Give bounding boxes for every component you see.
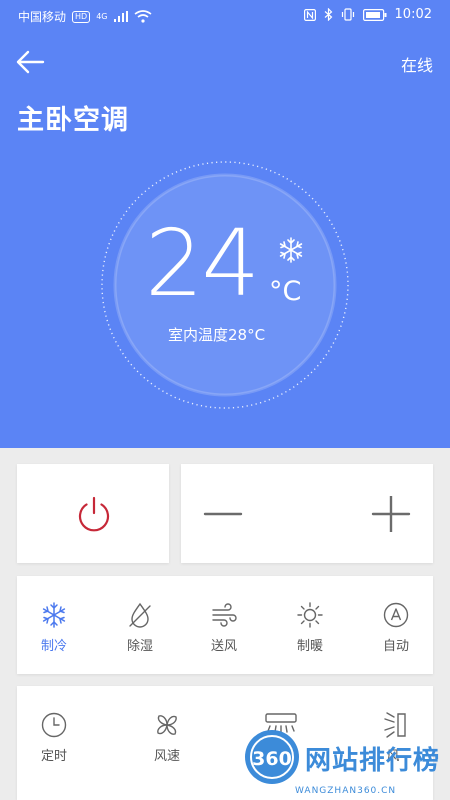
mode-heat[interactable]: 制暖 <box>280 601 340 654</box>
temperature-control-card <box>181 464 433 563</box>
mode-dehumidify[interactable]: 除湿 <box>110 601 170 654</box>
function-label: 定时 <box>40 749 67 764</box>
mode-label: 制冷 <box>40 639 67 654</box>
set-temperature: 24 <box>145 210 260 317</box>
mode-card: 制冷 除湿 送风 制暖 自动 <box>17 576 433 674</box>
network-type: 4G <box>96 11 108 21</box>
dehumidify-icon <box>129 602 151 628</box>
power-button[interactable] <box>75 495 113 535</box>
online-status: 在线 <box>400 56 433 75</box>
sun-icon <box>297 602 323 628</box>
bluetooth-icon <box>324 8 332 21</box>
indoor-temperature: 室内温度28°C <box>168 326 266 344</box>
battery-icon <box>362 8 387 21</box>
wind-icon <box>212 603 237 627</box>
function-fan-speed[interactable]: 风速 <box>137 711 197 764</box>
snowflake-icon <box>42 602 66 628</box>
function-timer[interactable]: 定时 <box>24 711 84 764</box>
increase-temperature-button[interactable] <box>371 496 411 532</box>
mode-auto[interactable]: 自动 <box>366 601 426 654</box>
watermark-url: WANGZHAN360.CN <box>295 786 397 796</box>
mode-label: 制暖 <box>296 639 323 654</box>
vibrate-icon <box>341 8 354 21</box>
fan-icon <box>157 715 177 735</box>
snowflake-icon <box>279 237 303 263</box>
hero-panel: 中国移动 HD 4G 10:02 在线 主卧空调 24 °C 室内温度28°C <box>0 0 450 448</box>
mode-fan[interactable]: 送风 <box>194 601 254 654</box>
status-bar: 中国移动 HD 4G 10:02 <box>0 0 450 30</box>
clock-icon <box>41 712 67 738</box>
status-time: 10:02 <box>394 7 432 22</box>
hd-badge: HD <box>72 10 91 23</box>
page-title: 主卧空调 <box>17 105 129 136</box>
mode-label: 除湿 <box>126 639 153 654</box>
watermark-logo: 360 <box>245 730 299 784</box>
mode-cool[interactable]: 制冷 <box>24 601 84 654</box>
wifi-icon <box>134 10 151 23</box>
carrier-name: 中国移动 <box>18 10 67 24</box>
watermark-logo-text: 360 <box>252 748 292 770</box>
back-arrow-icon[interactable] <box>14 48 46 76</box>
nfc-icon <box>303 8 316 21</box>
temperature-unit: °C <box>269 276 302 307</box>
function-label: 风速 <box>153 749 180 764</box>
mode-label: 送风 <box>210 639 237 654</box>
watermark: 360 网站排行榜 WANGZHAN360.CN <box>243 728 450 800</box>
signal-icon <box>113 11 128 22</box>
auto-icon <box>383 602 409 628</box>
mode-label: 自动 <box>382 639 409 654</box>
decrease-temperature-button[interactable] <box>203 500 243 528</box>
power-card <box>17 464 169 563</box>
watermark-text: 网站排行榜 <box>305 746 441 776</box>
